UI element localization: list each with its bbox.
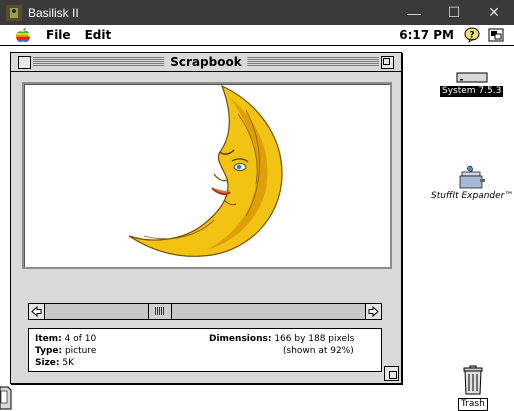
menu-edit[interactable]: Edit — [85, 28, 112, 42]
apple-menu-icon[interactable] — [14, 27, 32, 43]
help-balloon-icon[interactable]: ? — [464, 27, 480, 43]
menu-bar: File Edit 6:17 PM ? — [0, 25, 514, 46]
window-zoom-box[interactable] — [381, 56, 394, 69]
scrapbook-picture-area[interactable] — [22, 82, 392, 269]
window-close-box[interactable] — [18, 56, 31, 69]
scrapbook-window: Scrapbook Item: 4 of 10 Type: picture Si… — [10, 52, 402, 384]
item-label: Item: — [35, 334, 62, 344]
trash-icon[interactable] — [462, 365, 484, 395]
minimize-button[interactable]: — — [394, 0, 434, 25]
maximize-button[interactable]: ☐ — [434, 0, 474, 25]
crescent-moon-face-picture — [128, 84, 283, 257]
type-value: picture — [64, 346, 97, 356]
shown-at-value: (shown at 92%) — [283, 346, 354, 356]
svg-text:?: ? — [469, 31, 474, 41]
host-window-title: Basilisk II — [28, 5, 79, 20]
scroll-thumb[interactable] — [148, 304, 173, 319]
menubar-clock[interactable]: 6:17 PM — [399, 28, 454, 42]
window-title: Scrapbook — [164, 54, 248, 70]
dimensions-value: 166 by 188 pixels — [274, 334, 355, 344]
right-arrow-icon — [368, 305, 379, 318]
application-menu-icon[interactable] — [488, 27, 504, 43]
host-titlebar: Basilisk II — ☐ ✕ — [0, 0, 514, 25]
size-value: 5K — [62, 358, 75, 368]
item-info-panel: Item: 4 of 10 Type: picture Size: 5K Dim… — [28, 328, 382, 372]
left-arrow-icon — [31, 305, 42, 318]
scroll-right-button[interactable] — [365, 304, 381, 319]
type-label: Type: — [35, 346, 63, 356]
item-value: 4 of 10 — [64, 334, 97, 344]
hard-disk-icon[interactable] — [456, 72, 488, 84]
system-disk-label[interactable]: System 7.5.3 — [440, 86, 504, 97]
trash-label[interactable]: Trash — [458, 398, 488, 411]
mac-desktop: File Edit 6:17 PM ? Scrapbook Item: 4 of… — [0, 25, 514, 411]
menu-file[interactable]: File — [46, 28, 71, 42]
window-titlebar[interactable]: Scrapbook — [11, 53, 401, 72]
size-label: Size: — [35, 358, 60, 368]
window-grow-box[interactable] — [384, 366, 399, 381]
stuffit-expander-label[interactable]: StuffIt Expander™ — [429, 191, 514, 202]
floppy-disk-icon[interactable] — [0, 385, 12, 411]
scrapbook-scrollbar[interactable] — [28, 303, 382, 320]
basilisk-app-icon — [6, 4, 22, 21]
close-button[interactable]: ✕ — [474, 0, 514, 25]
dimensions-label: Dimensions: — [209, 334, 272, 344]
scroll-left-button[interactable] — [29, 304, 45, 319]
stuffit-expander-icon[interactable] — [456, 164, 486, 190]
